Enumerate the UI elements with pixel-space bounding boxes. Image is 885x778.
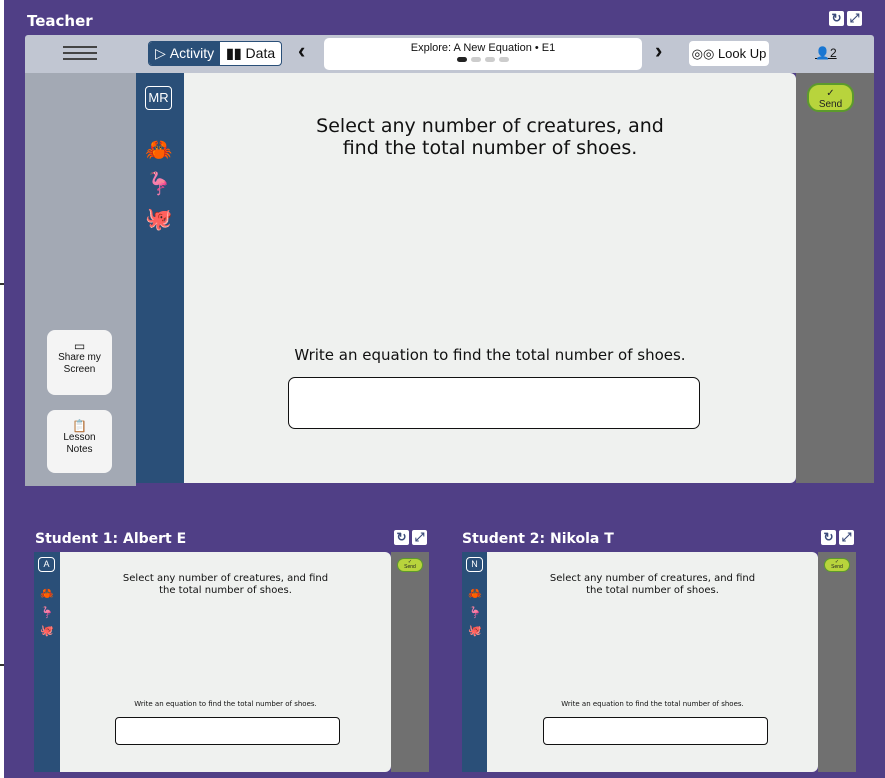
star-creature-icon[interactable]: 🦀 [37, 587, 57, 600]
send-button[interactable]: ✓ Send [824, 558, 850, 572]
bar-chart-icon: ▮▮ [226, 45, 242, 61]
page-indicator [324, 57, 642, 62]
users-count[interactable]: 👤2 [815, 46, 837, 60]
question-text: Select any number of creatures, and find… [122, 573, 329, 596]
star-creature-icon[interactable]: 🦀 [144, 137, 174, 163]
teacher-nav-bar: ▷ Activity ▮▮ Data ‹ Explore: A New Equa… [25, 35, 874, 73]
student1-creature-strip: A 🦀 🦩 🐙 [34, 552, 60, 772]
prompt-text: Write an equation to find the total numb… [294, 346, 686, 364]
look-up-button[interactable]: ◎◎ Look Up [689, 41, 769, 66]
expand-icon[interactable]: ⤢ [412, 530, 427, 545]
student2-title: Student 2: Nikola T [462, 531, 614, 547]
send-button[interactable]: ✓ Send [397, 558, 423, 572]
hamburger-icon[interactable] [63, 46, 97, 60]
view-toggle: ▷ Activity ▮▮ Data [148, 41, 283, 66]
octopus-creature-icon[interactable]: 🐙 [465, 624, 485, 637]
clipboard-icon: 📋 [72, 419, 87, 433]
expand-icon[interactable]: ⤢ [839, 530, 854, 545]
send-button[interactable]: ✓ Send [807, 83, 854, 112]
lesson-title-box[interactable]: Explore: A New Equation • E1 [324, 38, 642, 70]
student1-activity-card: Select any number of creatures, and find… [60, 552, 391, 772]
prompt-text: Write an equation to find the total numb… [134, 700, 317, 708]
arrow-marker [0, 664, 4, 666]
teacher-activity-card: Select any number of creatures, and find… [184, 73, 796, 483]
binoculars-icon: ◎◎ [691, 46, 715, 61]
arrow-marker [0, 283, 4, 285]
refresh-icon[interactable]: ↻ [394, 530, 409, 545]
page-dot[interactable] [471, 57, 481, 62]
share-screen-button[interactable]: ▭ Share my Screen [47, 330, 112, 395]
refresh-icon[interactable]: ↻ [821, 530, 836, 545]
page-dot[interactable] [485, 57, 495, 62]
checkmark-icon: ✓ [826, 88, 835, 99]
cast-icon: ▭ [73, 339, 86, 353]
avatar: N [466, 557, 483, 572]
page-dot[interactable] [457, 57, 467, 62]
tab-data[interactable]: ▮▮ Data [220, 42, 281, 65]
avatar: A [38, 557, 55, 572]
answer-input[interactable] [115, 717, 340, 745]
lesson-title: Explore: A New Equation • E1 [410, 42, 556, 54]
expand-icon[interactable]: ⤢ [847, 11, 862, 26]
teacher-right-panel: ✓ Send [796, 73, 874, 483]
student1-right-panel: ✓ Send [391, 552, 429, 772]
page-dot[interactable] [499, 57, 509, 62]
student2-right-panel: ✓ Send [818, 552, 856, 772]
teacher-left-panel: ▭ Share my Screen 📋 Lesson Notes [25, 73, 136, 486]
next-arrow-button[interactable]: › [655, 38, 662, 64]
answer-input[interactable] [543, 717, 768, 745]
student2-activity-card: Select any number of creatures, and find… [487, 552, 818, 772]
teacher-creature-strip: MR 🦀 🦩 🐙 [136, 73, 184, 483]
user-icon: 👤 [815, 46, 830, 60]
octopus-creature-icon[interactable]: 🐙 [144, 206, 174, 232]
lesson-notes-button[interactable]: 📋 Lesson Notes [47, 410, 112, 473]
octopus-creature-icon[interactable]: 🐙 [37, 624, 57, 637]
student1-title: Student 1: Albert E [35, 531, 187, 547]
ostrich-creature-icon[interactable]: 🦩 [465, 606, 485, 619]
ostrich-creature-icon[interactable]: 🦩 [144, 171, 174, 197]
tab-activity[interactable]: ▷ Activity [149, 42, 221, 65]
question-text: Select any number of creatures, and find… [316, 115, 664, 159]
student2-creature-strip: N 🦀 🦩 🐙 [462, 552, 487, 772]
play-icon: ▷ [155, 45, 166, 61]
question-text: Select any number of creatures, and find… [549, 573, 756, 596]
teacher-title: Teacher [27, 12, 93, 30]
star-creature-icon[interactable]: 🦀 [465, 587, 485, 600]
prev-arrow-button[interactable]: ‹ [298, 38, 305, 64]
ostrich-creature-icon[interactable]: 🦩 [37, 606, 57, 619]
refresh-icon[interactable]: ↻ [829, 11, 844, 26]
answer-input[interactable] [288, 377, 700, 429]
avatar: MR [145, 86, 172, 110]
prompt-text: Write an equation to find the total numb… [561, 700, 744, 708]
